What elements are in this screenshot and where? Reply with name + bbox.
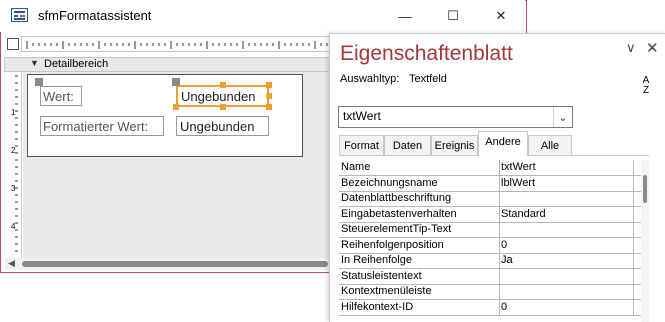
property-value[interactable]: 0 xyxy=(501,301,507,313)
tab-ereignis[interactable]: Ereignis xyxy=(431,135,478,155)
label-wert[interactable]: Wert: xyxy=(40,86,82,106)
tab-daten[interactable]: Daten xyxy=(384,135,431,155)
property-name: Reihenfolgenposition xyxy=(341,238,444,251)
tab-format[interactable]: Format xyxy=(339,135,384,155)
property-value[interactable]: 0 xyxy=(501,239,507,251)
resize-handle[interactable] xyxy=(220,82,226,88)
property-value[interactable]: lblWert xyxy=(501,177,535,189)
minimize-button[interactable]: — xyxy=(388,4,422,28)
tab-alle[interactable]: Alle xyxy=(528,135,572,155)
move-handle[interactable] xyxy=(35,78,43,86)
ruler-number: 3 xyxy=(11,184,16,193)
ruler-number: 1 xyxy=(11,108,16,117)
property-value[interactable]: Standard xyxy=(501,208,546,220)
property-row[interactable]: Bezeichnungsname lblWert xyxy=(339,175,649,192)
property-row[interactable]: Hilfekontext-ID 0 xyxy=(339,299,649,316)
property-name: Bezeichnungsname xyxy=(341,176,438,189)
chevron-down-icon[interactable]: ∨ xyxy=(626,40,636,56)
property-name: In Reihenfolge xyxy=(341,254,412,266)
vertical-ruler[interactable]: 1 2 3 4 xyxy=(4,72,22,258)
property-sheet-title: Eigenschaftenblatt xyxy=(340,42,513,65)
maximize-button[interactable]: ☐ xyxy=(436,4,470,28)
resize-handle[interactable] xyxy=(173,104,179,110)
ruler-number: 2 xyxy=(11,146,16,155)
form-icon xyxy=(11,8,28,22)
property-value[interactable]: txtWert xyxy=(501,161,536,173)
property-grid: Name txtWert Bezeichnungsname lblWert Datenb… xyxy=(339,160,649,322)
vertical-scroll-thumb[interactable] xyxy=(643,175,647,203)
chevron-down-icon[interactable]: ⌄ xyxy=(553,107,572,127)
property-name: SteuerelementTip-Text xyxy=(341,223,452,235)
resize-handle[interactable] xyxy=(220,104,226,110)
selection-type-value: Textfeld xyxy=(409,73,447,85)
label-formatierter-wert[interactable]: Formatierter Wert: xyxy=(40,116,164,136)
property-name: Name xyxy=(341,161,371,173)
property-name: Kontextmenüleiste xyxy=(341,285,432,297)
property-name: Hilfekontext-ID xyxy=(341,300,414,313)
horizontal-scroll-thumb[interactable] xyxy=(22,261,328,267)
scroll-left-icon[interactable]: ◀ xyxy=(8,258,15,269)
object-selector-value: txtWert xyxy=(343,109,381,123)
tab-andere[interactable]: Andere xyxy=(478,131,528,156)
close-button[interactable]: ✕ xyxy=(484,4,518,28)
resize-handle[interactable] xyxy=(266,104,272,110)
resize-handle[interactable] xyxy=(266,93,272,99)
property-value[interactable]: Ja xyxy=(501,254,513,266)
property-row[interactable]: Datenblattbeschriftung xyxy=(339,191,649,207)
textbox-formatierter-wert[interactable]: Ungebunden xyxy=(176,116,269,136)
section-label: Detailbereich xyxy=(44,58,109,70)
section-arrow-icon: ▼ xyxy=(30,58,39,68)
move-handle[interactable] xyxy=(172,78,180,86)
ruler-number: 4 xyxy=(11,222,16,231)
close-icon[interactable]: ✕ xyxy=(646,39,659,57)
property-row[interactable]: Eingabetastenverhalten Standard xyxy=(339,206,649,223)
property-row[interactable]: SteuerelementTip-Text xyxy=(339,222,649,238)
window-title: sfmFormatassistent xyxy=(38,8,152,23)
property-name: Eingabetastenverhalten xyxy=(341,207,457,220)
property-row[interactable]: Statusleistentext xyxy=(339,268,649,285)
property-row[interactable]: Kontextmenüleiste xyxy=(339,284,649,300)
sort-az-icon[interactable]: AZ xyxy=(638,76,654,96)
selection-type-label: Auswahltyp: xyxy=(340,73,400,85)
property-row[interactable]: In Reihenfolge Ja xyxy=(339,253,649,269)
property-row[interactable]: Name txtWert xyxy=(339,160,649,176)
property-row[interactable]: Reihenfolgenposition 0 xyxy=(339,237,649,254)
property-name: Statusleistentext xyxy=(341,269,422,282)
property-name: Datenblattbeschriftung xyxy=(341,192,452,204)
resize-handle[interactable] xyxy=(266,82,272,88)
form-selector[interactable] xyxy=(4,36,22,52)
